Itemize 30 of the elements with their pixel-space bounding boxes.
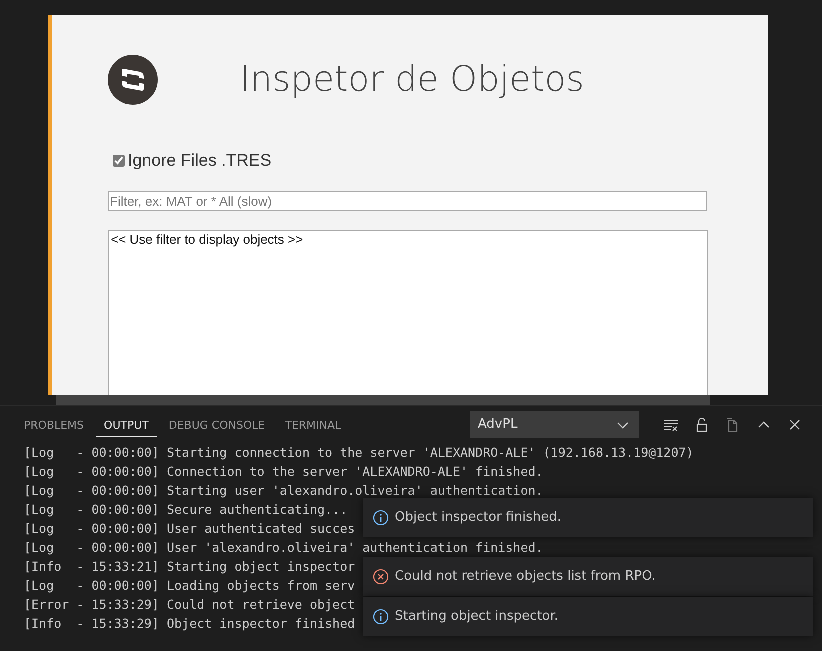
info-icon	[373, 510, 389, 526]
log-line: [Log - 00:00:00] Starting user 'alexandro.oliveira' authentication.	[24, 483, 544, 498]
log-line: [Log - 00:00:00] Connection to the server 'ALEXANDRO-ALE' finished.	[24, 464, 544, 479]
log-line: [Error - 15:33:29] Could not retrieve object	[24, 597, 356, 612]
log-line: [Log - 00:00:00] Loading objects from serv	[24, 578, 356, 593]
info-icon	[373, 608, 389, 624]
log-line: [Log - 00:00:00] Starting connection to the server 'ALEXANDRO-ALE' (192.168.13.19@1207)	[24, 445, 694, 460]
notification-message: Could not retrieve objects list from RPO.	[395, 569, 656, 584]
panel-tab[interactable]: OUTPUT	[96, 412, 157, 436]
filter-field[interactable]: Filter, ex: MAT or * All (slow)	[108, 191, 707, 211]
checkbox-label: Ignore Files .TRES	[128, 151, 272, 171]
panel-tab[interactable]: DEBUG CONSOLE	[160, 412, 274, 436]
ignore-tres-checkbox[interactable]	[113, 155, 125, 167]
objects-list[interactable]: << Use filter to display objects >>	[108, 230, 708, 395]
document-icon	[724, 416, 740, 432]
objects-hint: << Use filter to display objects >>	[111, 232, 304, 247]
channel-dropdown[interactable]: AdvPL	[470, 411, 639, 438]
log-line: [Log - 00:00:00] Secure authenticating...	[24, 502, 348, 517]
page-title: Inspetor de Objetos	[240, 60, 584, 100]
log-line: [Log - 00:00:00] User authenticated succes	[24, 521, 356, 536]
notification-message: Object inspector finished.	[395, 510, 562, 525]
error-icon	[373, 568, 389, 584]
scrollbar-thumb[interactable]	[56, 395, 710, 405]
log-line: [Info - 15:33:21] Starting object inspector	[24, 559, 356, 574]
log-line: [Log - 00:00:00] User 'alexandro.oliveira' authentication finished.	[24, 540, 544, 555]
panel-tab[interactable]: PROBLEMS	[16, 412, 92, 436]
logo-icon	[108, 55, 158, 105]
notification-message: Starting object inspector.	[395, 609, 559, 624]
panel-tab[interactable]: TERMINAL	[277, 412, 350, 436]
log-line: [Info - 15:33:29] Object inspector finished	[24, 616, 356, 631]
